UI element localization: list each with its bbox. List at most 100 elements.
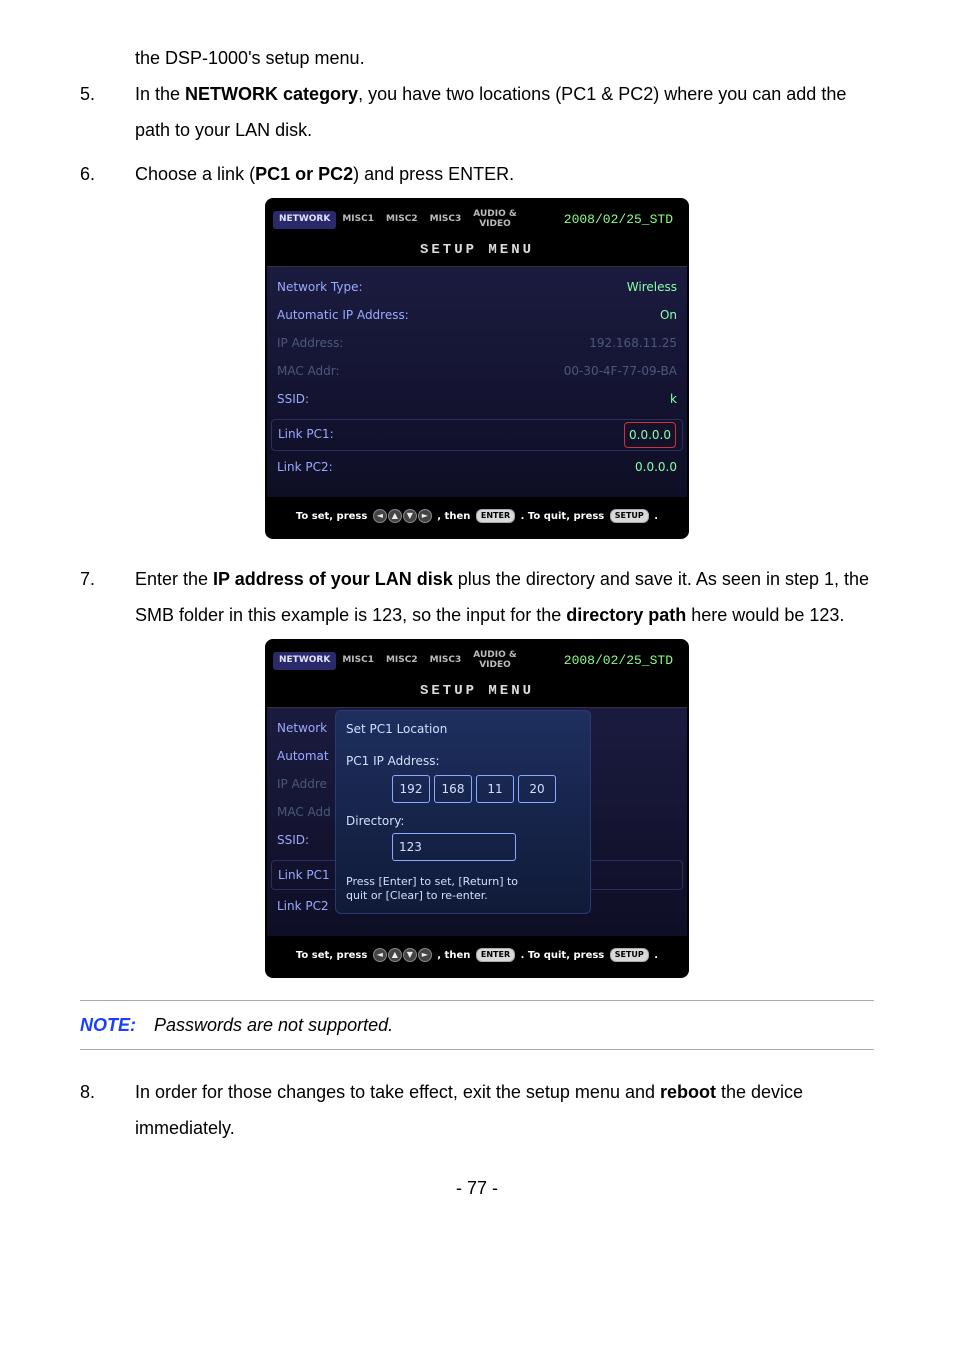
footer-post: . To quit, press — [521, 511, 605, 522]
note-text: Passwords are not supported. — [154, 1007, 393, 1043]
step-5-num: 5. — [80, 76, 135, 148]
step-6-pre: Choose a link ( — [135, 164, 255, 184]
footer-then-2: , then — [437, 950, 470, 961]
label-mac: MAC Addr: — [277, 359, 340, 383]
value-mac: 00-30-4F-77-09-BA — [564, 359, 677, 383]
directory-input[interactable]: 123 — [392, 833, 516, 861]
dialog-hint: Press [Enter] to set, [Return] to quit o… — [346, 875, 580, 904]
step-7-bold1: IP address of your LAN disk — [213, 569, 453, 589]
bg-label-7: Link PC2 — [277, 894, 329, 918]
tab-audio-video-2[interactable]: AUDIO & VIDEO — [467, 647, 522, 675]
label-network-type: Network Type: — [277, 275, 363, 299]
label-link-pc1: Link PC1: — [278, 422, 334, 448]
enter-button-icon-2: ENTER — [476, 948, 515, 962]
dialog-hint-2: quit or [Clear] to re-enter. — [346, 889, 580, 903]
dialog-hint-1: Press [Enter] to set, [Return] to — [346, 875, 580, 889]
dpad-right-icon-2: ► — [418, 948, 432, 962]
step-6-bold: PC1 or PC2 — [255, 164, 353, 184]
setup-footer: To set, press ◄ ▲ ▼ ► , then ENTER . To … — [267, 497, 687, 537]
row-mac: MAC Addr: 00-30-4F-77-09-BA — [277, 357, 677, 385]
step-7: 7. Enter the IP address of your LAN disk… — [80, 561, 874, 633]
tab-av-line2-2: VIDEO — [473, 661, 516, 671]
tab-misc2-2[interactable]: MISC2 — [380, 652, 424, 670]
row-auto-ip[interactable]: Automatic IP Address: On — [277, 301, 677, 329]
step-8-num: 8. — [80, 1074, 135, 1146]
step-7-pre: Enter the — [135, 569, 213, 589]
setup-tabs-2: NETWORK MISC1 MISC2 MISC3 AUDIO & VIDEO … — [267, 641, 687, 675]
step-5-bold: NETWORK category — [185, 84, 358, 104]
tab-misc1-2[interactable]: MISC1 — [336, 652, 380, 670]
bg-label-2: Automat — [277, 744, 329, 768]
value-ip: 192.168.11.25 — [589, 331, 677, 355]
screenshot-setup-menu-1: NETWORK MISC1 MISC2 MISC3 AUDIO & VIDEO … — [267, 200, 687, 537]
step-7-bold2: directory path — [566, 605, 686, 625]
footer-end-2: . — [654, 950, 658, 961]
footer-pre-2: To set, press — [296, 950, 367, 961]
value-link-pc1: 0.0.0.0 — [624, 422, 676, 448]
label-auto-ip: Automatic IP Address: — [277, 303, 409, 327]
ip-octet-4[interactable]: 20 — [518, 775, 556, 803]
tab-network[interactable]: NETWORK — [273, 211, 336, 229]
dialog-dir-label: Directory: — [346, 809, 580, 833]
set-pc1-location-dialog: Set PC1 Location PC1 IP Address: 192 168… — [335, 710, 591, 915]
note-block: NOTE: Passwords are not supported. — [80, 1000, 874, 1050]
setup-button-icon-2: SETUP — [610, 948, 649, 962]
dpad-left-icon: ◄ — [373, 509, 387, 523]
value-network-type: Wireless — [627, 275, 677, 299]
bg-label-1: Network — [277, 716, 327, 740]
dpad-right-icon: ► — [418, 509, 432, 523]
firmware-date-2: 2008/02/25_STD — [564, 648, 681, 674]
bg-label-3: IP Addre — [277, 772, 327, 796]
label-link-pc2: Link PC2: — [277, 455, 333, 479]
ip-octets[interactable]: 192 168 11 20 — [392, 775, 580, 803]
dpad-down-icon-2: ▼ — [403, 948, 417, 962]
dpad-icons: ◄ ▲ ▼ ► — [373, 509, 432, 523]
screenshot-setup-menu-2: NETWORK MISC1 MISC2 MISC3 AUDIO & VIDEO … — [267, 641, 687, 976]
page-number: - 77 - — [80, 1170, 874, 1206]
step-6: 6. Choose a link (PC1 or PC2) and press … — [80, 156, 874, 192]
firmware-date: 2008/02/25_STD — [564, 207, 681, 233]
step-7-num: 7. — [80, 561, 135, 633]
row-ssid[interactable]: SSID: k — [277, 385, 677, 413]
tab-misc1[interactable]: MISC1 — [336, 211, 380, 229]
step-8-bold: reboot — [660, 1082, 716, 1102]
tab-misc2[interactable]: MISC2 — [380, 211, 424, 229]
label-ip: IP Address: — [277, 331, 343, 355]
tab-av-line2: VIDEO — [473, 220, 516, 230]
enter-button-icon: ENTER — [476, 509, 515, 523]
row-ip: IP Address: 192.168.11.25 — [277, 329, 677, 357]
step-8-pre: In order for those changes to take effec… — [135, 1082, 660, 1102]
label-ssid: SSID: — [277, 387, 309, 411]
step-5: 5. In the NETWORK category, you have two… — [80, 76, 874, 148]
step-6-post: ) and press ENTER. — [353, 164, 514, 184]
dpad-icons-2: ◄ ▲ ▼ ► — [373, 948, 432, 962]
setup-title: SETUP MENU — [267, 236, 687, 267]
dialog-title: Set PC1 Location — [346, 717, 580, 741]
setup-footer-2: To set, press ◄ ▲ ▼ ► , then ENTER . To … — [267, 936, 687, 976]
row-link-pc1[interactable]: Link PC1: 0.0.0.0 — [271, 419, 683, 451]
prev-step-continuation: the DSP-1000's setup menu. — [135, 40, 874, 76]
tab-misc3-2[interactable]: MISC3 — [424, 652, 468, 670]
dpad-up-icon: ▲ — [388, 509, 402, 523]
footer-end: . — [654, 511, 658, 522]
note-label: NOTE: — [80, 1007, 136, 1043]
ip-octet-1[interactable]: 192 — [392, 775, 430, 803]
step-6-num: 6. — [80, 156, 135, 192]
setup-title-2: SETUP MENU — [267, 677, 687, 708]
tab-network-2[interactable]: NETWORK — [273, 652, 336, 670]
row-network-type[interactable]: Network Type: Wireless — [277, 273, 677, 301]
value-link-pc2: 0.0.0.0 — [635, 455, 677, 479]
ip-octet-3[interactable]: 11 — [476, 775, 514, 803]
tab-misc3[interactable]: MISC3 — [424, 211, 468, 229]
dpad-down-icon: ▼ — [403, 509, 417, 523]
step-5-pre: In the — [135, 84, 185, 104]
value-auto-ip: On — [660, 303, 677, 327]
tab-audio-video[interactable]: AUDIO & VIDEO — [467, 206, 522, 234]
dialog-ip-label: PC1 IP Address: — [346, 749, 580, 773]
dpad-left-icon-2: ◄ — [373, 948, 387, 962]
ip-octet-2[interactable]: 168 — [434, 775, 472, 803]
step-8: 8. In order for those changes to take ef… — [80, 1074, 874, 1146]
bg-label-4: MAC Add — [277, 800, 331, 824]
footer-then: , then — [437, 511, 470, 522]
row-link-pc2[interactable]: Link PC2: 0.0.0.0 — [277, 453, 677, 481]
